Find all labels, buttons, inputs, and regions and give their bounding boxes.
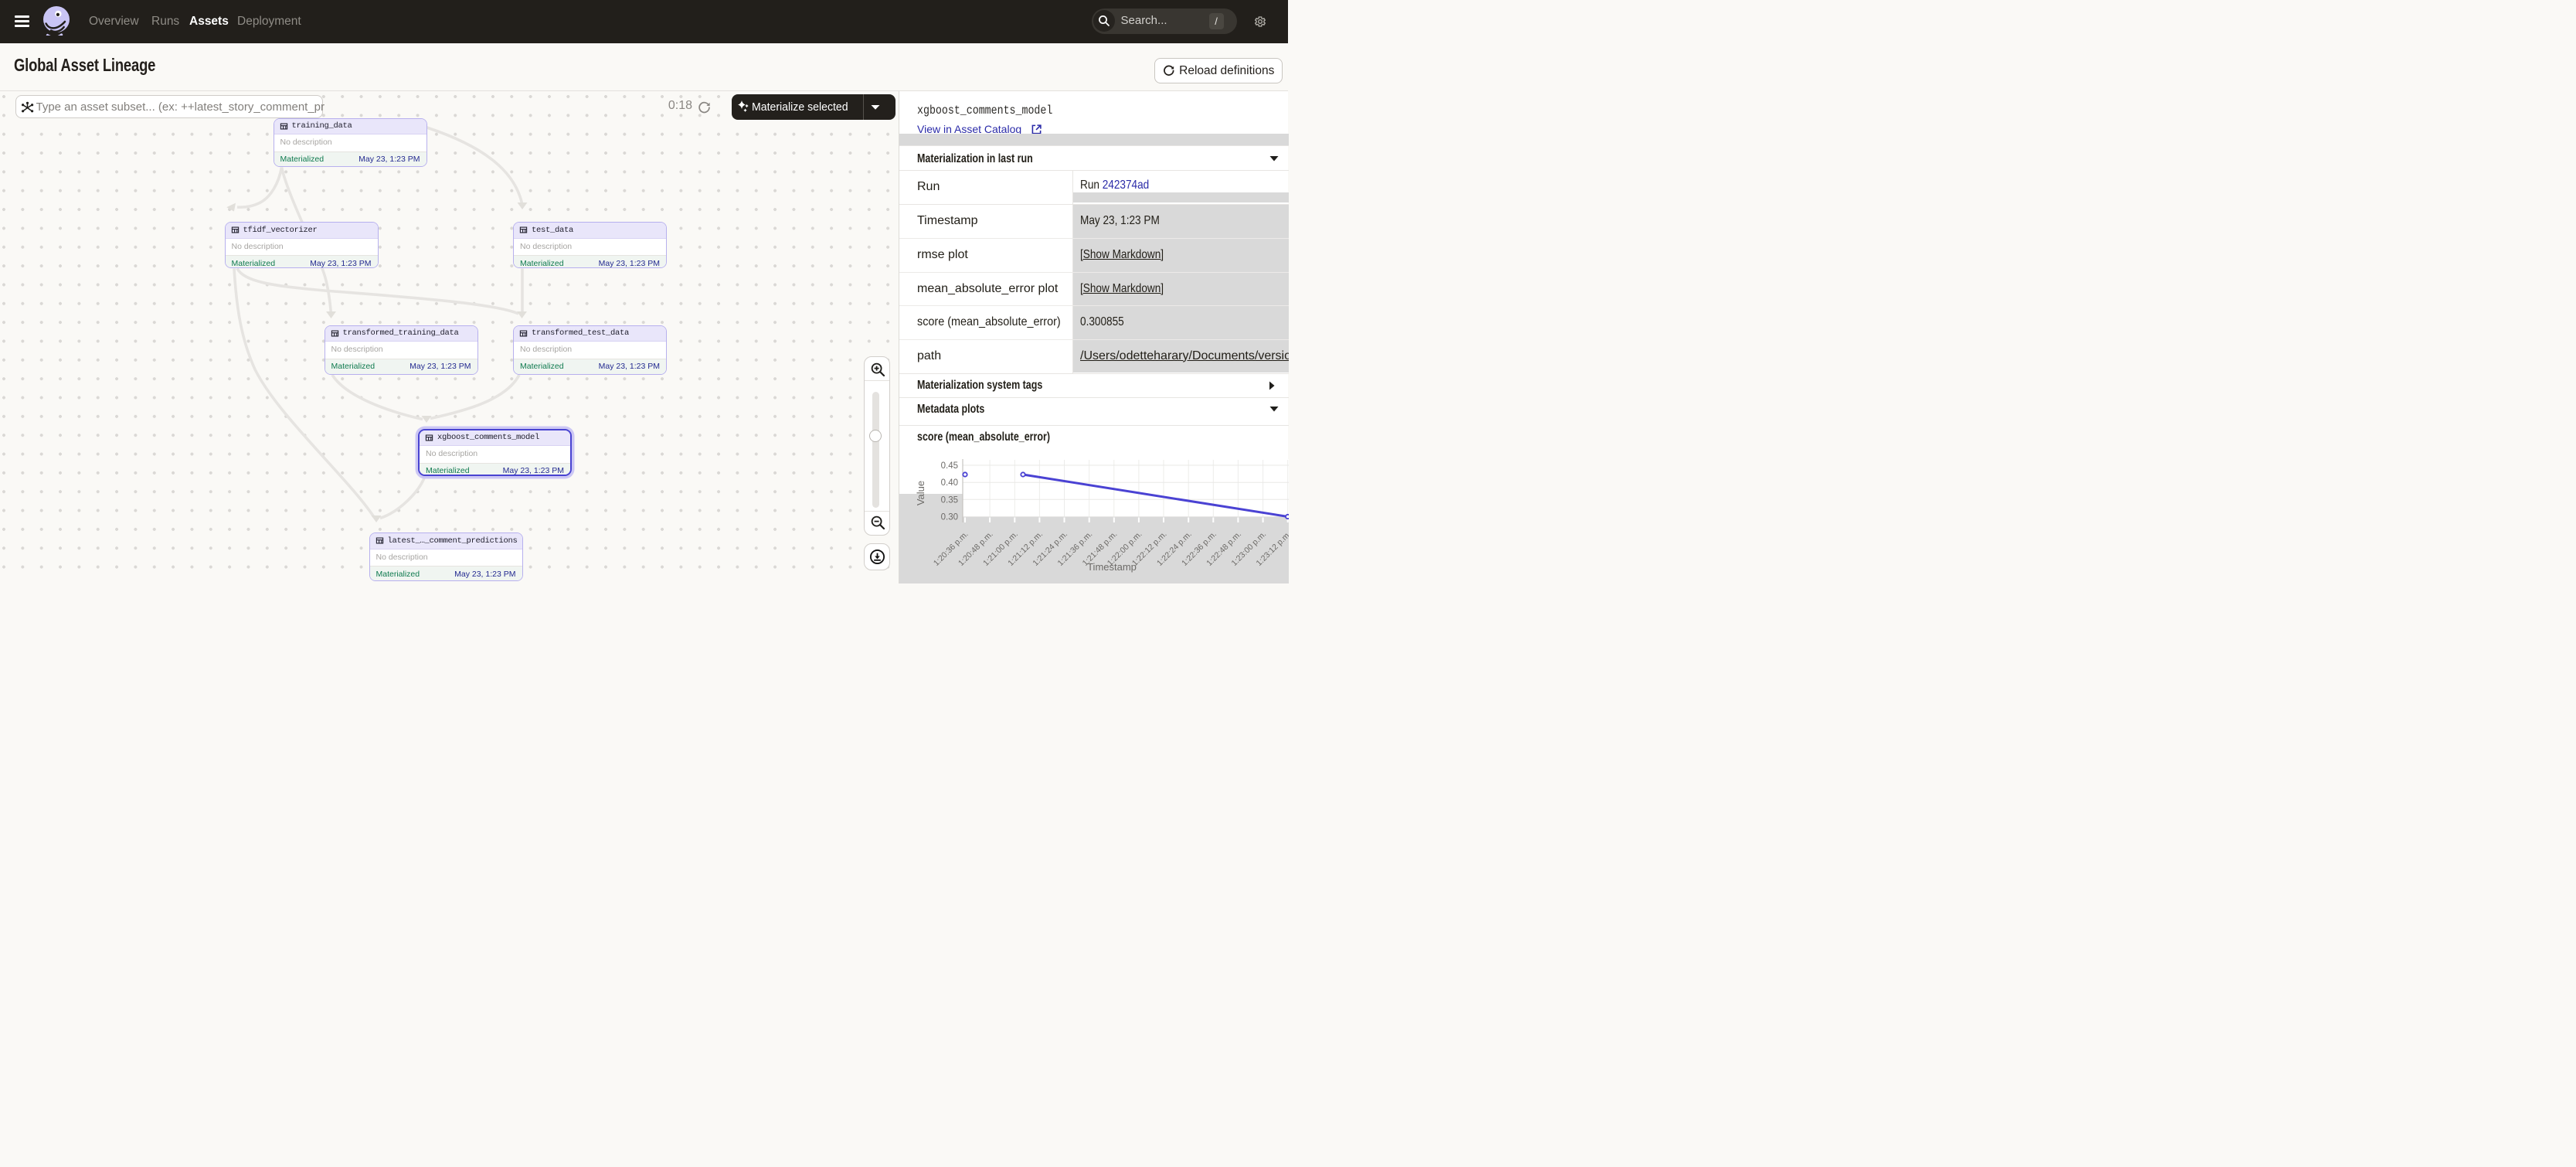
svg-text:0.45: 0.45: [941, 461, 958, 471]
svg-text:Value: Value: [915, 480, 926, 505]
svg-text:0.40: 0.40: [941, 478, 958, 488]
svg-text:0.30: 0.30: [941, 512, 958, 522]
svg-text:0.35: 0.35: [941, 495, 958, 505]
svg-text:Timestamp: Timestamp: [1087, 561, 1137, 573]
